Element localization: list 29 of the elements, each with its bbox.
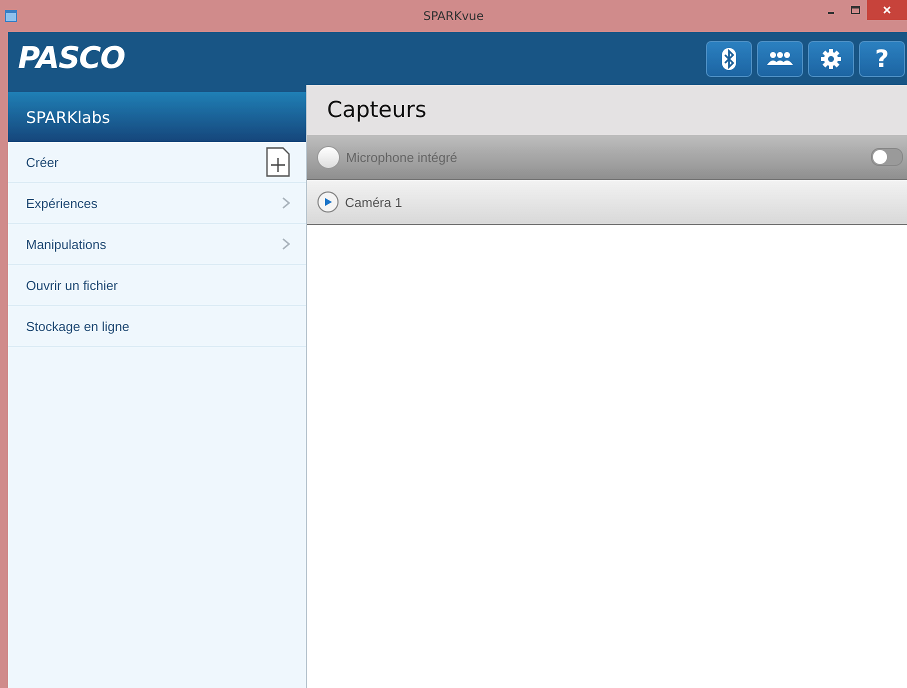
new-file-icon: [266, 147, 290, 177]
settings-button[interactable]: [808, 40, 854, 76]
app-icon: [5, 10, 17, 22]
bluetooth-button[interactable]: [706, 40, 752, 76]
sidebar-item[interactable]: Expériences: [8, 183, 306, 224]
chevron-icon: [282, 238, 290, 250]
sensor-name: Microphone intégré: [346, 150, 458, 164]
sidebar-item[interactable]: Ouvrir un fichier: [8, 265, 306, 306]
people-icon: [767, 50, 793, 66]
panel-title: Capteurs: [327, 98, 426, 122]
help-button[interactable]: ?: [859, 40, 905, 76]
close-button[interactable]: [867, 0, 907, 20]
sidebar-item[interactable]: Créer: [8, 142, 306, 183]
settings-icon: [820, 48, 842, 70]
bluetooth-icon: [722, 48, 736, 70]
close-icon: [883, 6, 891, 14]
maximize-icon: [850, 6, 860, 14]
play-icon: [317, 191, 339, 213]
sensor-name: Caméra 1: [345, 194, 402, 210]
sidebar-title: SPARKlabs: [26, 108, 110, 126]
chevron-icon: [282, 197, 290, 209]
toggle-switch[interactable]: [871, 148, 903, 166]
window-title: SPARKvue: [423, 9, 484, 23]
status-circle-icon: [317, 146, 340, 168]
sidebar-item[interactable]: Manipulations: [8, 224, 306, 265]
sidebar-item[interactable]: Stockage en ligne: [8, 306, 306, 347]
logo: PASCO: [18, 41, 125, 76]
people-button[interactable]: [757, 40, 803, 76]
sensor-row[interactable]: Caméra 1: [307, 180, 907, 225]
